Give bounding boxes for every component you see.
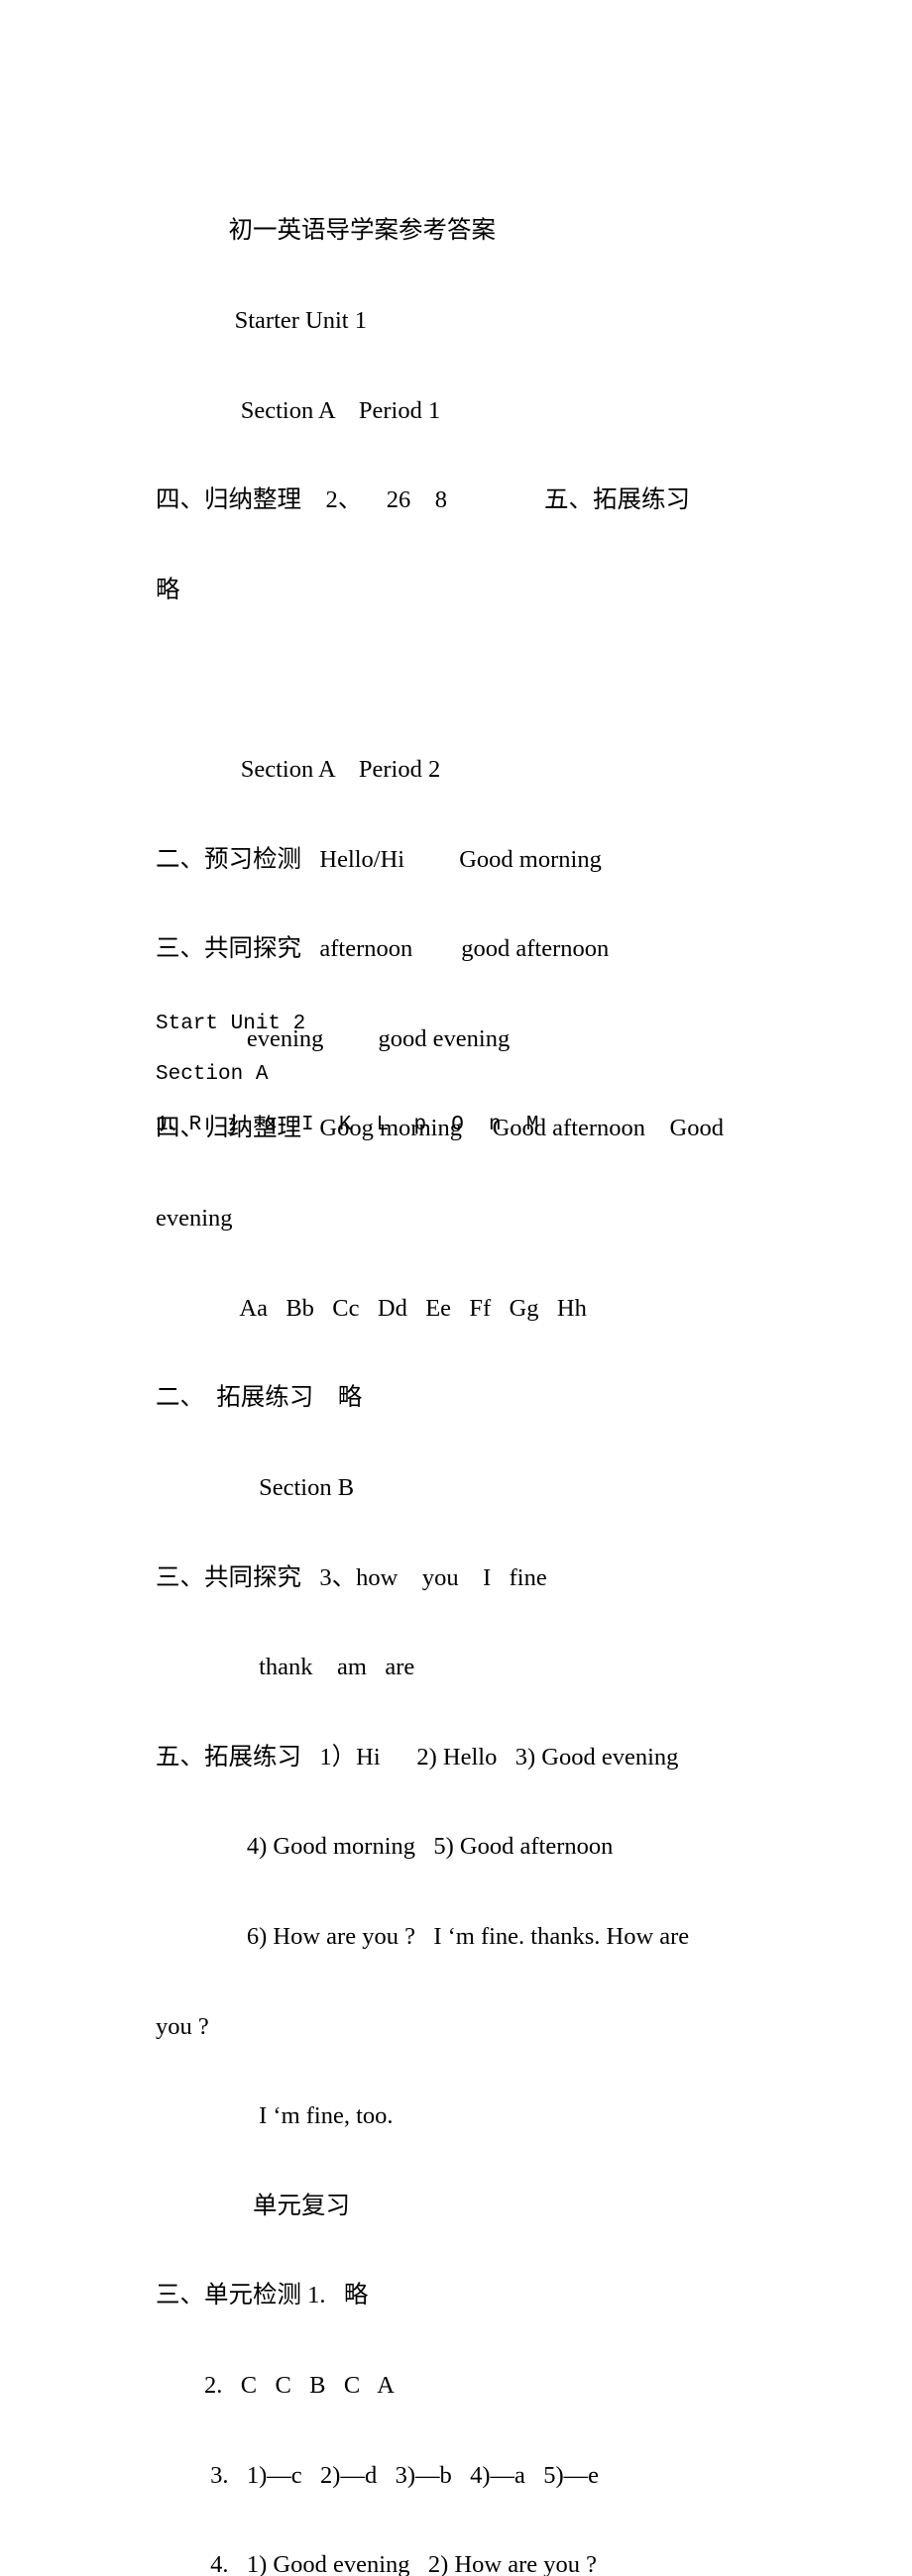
doc-line-unit2-answer-1: 1、R j q I K L p O n M [156, 1114, 539, 1136]
doc-line-section-b: Section B [156, 1473, 355, 1501]
doc-line-blank-1 [156, 665, 790, 695]
doc-line-unit-test-4: 4. 1) Good evening 2) How are you ? [156, 2551, 597, 2576]
doc-line-section-a-period-2: Section A Period 2 [156, 756, 441, 784]
doc-line-title: 初一英语导学案参考答案 [156, 217, 497, 245]
doc-line-summary-1: 四、归纳整理 2、 26 8 五、拓展练习 [156, 486, 690, 514]
doc-line-evening-wrap: evening [156, 1205, 233, 1233]
doc-line-thank-am-are: thank am are [156, 1654, 415, 1681]
unit2-block: Start Unit 2 Section A 1、R j q I K L p O… [156, 999, 790, 1150]
doc-line-extension-practice-1: 二、 拓展练习 略 [156, 1384, 363, 1412]
doc-line-answer-6-wrap: you ? [156, 2012, 209, 2040]
answer-key-body: 初一英语导学案参考答案 Starter Unit 1 Section A Per… [156, 157, 790, 2576]
doc-line-im-fine-too: I ‘m fine, too. [156, 2102, 394, 2130]
document-page: 初一英语导学案参考答案 Starter Unit 1 Section A Per… [0, 0, 912, 2576]
doc-line-unit-test-1: 三、单元检测 1. 略 [156, 2282, 369, 2309]
doc-line-unit-test-3: 3. 1)—c 2)—d 3)—b 4)—a 5)—e [156, 2461, 600, 2489]
doc-line-answers-4-5: 4) Good morning 5) Good afternoon [156, 1833, 614, 1861]
doc-line-joint-inquiry-1: 三、共同探究 afternoon good afternoon [156, 935, 610, 963]
doc-line-unit2-section-a: Section A [156, 1063, 269, 1086]
doc-line-section-a-period-1: Section A Period 1 [156, 396, 441, 424]
doc-line-answer-6: 6) How are you ? I ‘m fine. thanks. How … [156, 1922, 690, 1950]
doc-line-unit-test-2: 2. C C B C A [156, 2372, 395, 2400]
doc-line-preview-check: 二、预习检测 Hello/Hi Good morning [156, 845, 602, 873]
doc-line-unit-label: Starter Unit 1 [156, 307, 367, 335]
doc-line-joint-inquiry-2: 三、共同探究 3、how you I fine [156, 1563, 547, 1591]
doc-line-unit-review: 单元复习 [156, 2192, 350, 2219]
doc-line-extension-practice-2: 五、拓展练习 1）Hi 2) Hello 3) Good evening [156, 1743, 679, 1771]
doc-line-omitted-1: 略 [156, 576, 180, 603]
doc-line-start-unit-2: Start Unit 2 [156, 1013, 306, 1035]
doc-line-alphabet: Aa Bb Cc Dd Ee Ff Gg Hh [156, 1294, 587, 1322]
